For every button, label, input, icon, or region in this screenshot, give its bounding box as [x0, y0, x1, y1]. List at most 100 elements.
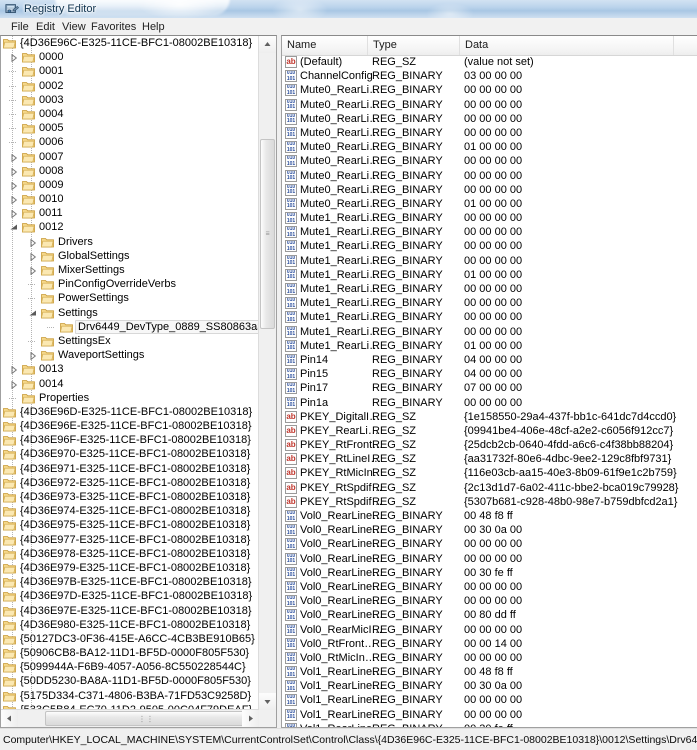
- tree-node-label[interactable]: Drivers: [56, 235, 95, 249]
- value-row[interactable]: Mute0_RearLine...REG_BINARY01 00 00 00: [282, 140, 697, 154]
- tree-node[interactable]: {4D36E973-E325-11CE-BFC1-08002BE10318}: [1, 490, 260, 504]
- value-row[interactable]: PKEY_RtMicInW...REG_SZ{116e03cb-aa15-40e…: [282, 466, 697, 480]
- tree-node-label[interactable]: Settings: [56, 306, 100, 320]
- value-row[interactable]: Vol0_RearLineO...REG_BINARY00 00 00 00: [282, 594, 697, 608]
- title-bar[interactable]: Registry Editor: [0, 0, 697, 18]
- value-row[interactable]: PKEY_RtFrontMi...REG_SZ{25dcb2cb-0640-4f…: [282, 438, 697, 452]
- value-row[interactable]: Mute1_RearLine...REG_BINARY00 00 00 00: [282, 310, 697, 324]
- value-row[interactable]: Vol0_RearLineO...REG_BINARY00 00 00 00: [282, 537, 697, 551]
- menu-file[interactable]: File: [6, 20, 34, 34]
- value-row[interactable]: Vol0_RearMicIn...REG_BINARY00 00 00 00: [282, 623, 697, 637]
- tree-node[interactable]: 0013: [1, 362, 260, 376]
- value-row[interactable]: Pin17REG_BINARY07 00 00 00: [282, 381, 697, 395]
- tree-node-label[interactable]: {4D36E973-E325-11CE-BFC1-08002BE10318}: [18, 490, 252, 504]
- tree-node[interactable]: SettingsEx: [1, 334, 260, 348]
- tree-node[interactable]: 0001: [1, 64, 260, 78]
- tree-node[interactable]: GlobalSettings: [1, 249, 260, 263]
- tree-node-label[interactable]: {4D36E977-E325-11CE-BFC1-08002BE10318}: [18, 533, 252, 547]
- value-row[interactable]: Mute1_RearLine...REG_BINARY00 00 00 00: [282, 239, 697, 253]
- column-header-name[interactable]: Name: [282, 36, 368, 55]
- value-row[interactable]: Mute0_RearLine...REG_BINARY00 00 00 00: [282, 126, 697, 140]
- tree-expander-icon[interactable]: [8, 50, 19, 64]
- tree-node-label[interactable]: 0002: [37, 79, 65, 93]
- menu-edit[interactable]: Edit: [31, 20, 60, 34]
- tree-node-label[interactable]: PowerSettings: [56, 291, 131, 305]
- value-row[interactable]: Vol0_RearLineO...REG_BINARY00 30 0a 00: [282, 523, 697, 537]
- tree-node[interactable]: {4D36E974-E325-11CE-BFC1-08002BE10318}: [1, 504, 260, 518]
- tree-node[interactable]: {4D36E96C-E325-11CE-BFC1-08002BE10318}: [1, 36, 260, 50]
- tree-expander-icon[interactable]: [8, 164, 19, 178]
- column-header-type[interactable]: Type: [368, 36, 460, 55]
- menu-favorites[interactable]: Favorites: [86, 20, 141, 34]
- tree-scroll-right-button[interactable]: [242, 710, 259, 727]
- tree-node[interactable]: Settings: [1, 306, 260, 320]
- tree-node-label[interactable]: 0008: [37, 164, 65, 178]
- value-row[interactable]: Vol1_RearLineO...REG_BINARY00 48 f8 ff: [282, 665, 697, 679]
- tree-node[interactable]: MixerSettings: [1, 263, 260, 277]
- tree-node-label[interactable]: {4D36E97B-E325-11CE-BFC1-08002BE10318}: [18, 575, 254, 589]
- value-row[interactable]: Mute1_RearLine...REG_BINARY00 00 00 00: [282, 225, 697, 239]
- value-row[interactable]: Vol0_RearLineO...REG_BINARY00 00 00 00: [282, 552, 697, 566]
- tree-scroll-left-button[interactable]: [1, 710, 18, 727]
- tree-vertical-scrollbar[interactable]: ≡: [258, 36, 276, 710]
- tree-node-label[interactable]: GlobalSettings: [56, 249, 132, 263]
- tree-node[interactable]: PowerSettings: [1, 291, 260, 305]
- tree-scroll-down-button[interactable]: [259, 693, 276, 710]
- tree-expander-icon[interactable]: [8, 192, 19, 206]
- tree-node-label[interactable]: 0004: [37, 107, 65, 121]
- value-row[interactable]: Mute1_RearLine...REG_BINARY00 00 00 00: [282, 296, 697, 310]
- tree-node-label[interactable]: {5175D334-C371-4806-B3BA-71FD53C9258D}: [18, 689, 253, 703]
- value-row[interactable]: PKEY_RtSpdifWa...REG_SZ{5307b681-c928-48…: [282, 495, 697, 509]
- value-row[interactable]: Mute0_RearLine...REG_BINARY00 00 00 00: [282, 112, 697, 126]
- registry-tree-viewport[interactable]: {4D36E96C-E325-11CE-BFC1-08002BE10318} 00…: [1, 36, 260, 711]
- tree-node[interactable]: 0004: [1, 107, 260, 121]
- tree-node-label[interactable]: 0009: [37, 178, 65, 192]
- tree-node-label[interactable]: {4D36E97E-E325-11CE-BFC1-08002BE10318}: [18, 604, 254, 618]
- tree-expander-icon[interactable]: [27, 235, 38, 249]
- tree-node[interactable]: 0003: [1, 93, 260, 107]
- value-row[interactable]: Mute0_RearLine...REG_BINARY00 00 00 00: [282, 154, 697, 168]
- tree-node-label[interactable]: {50DD5230-BA8A-11D1-BF5D-0000F805F530}: [18, 674, 253, 688]
- tree-node[interactable]: {5099944A-F6B9-4057-A056-8C550228544C}: [1, 660, 260, 674]
- tree-node[interactable]: 0011: [1, 206, 260, 220]
- tree-node-label[interactable]: {50906CB8-BA12-11D1-BF5D-0000F805F530}: [18, 646, 251, 660]
- tree-node[interactable]: Drivers: [1, 235, 260, 249]
- value-row[interactable]: Vol0_RearLineO...REG_BINARY00 80 dd ff: [282, 608, 697, 622]
- value-row[interactable]: Vol1_RearLineO...REG_BINARY00 30 fe ff: [282, 722, 697, 727]
- tree-node-label[interactable]: 0006: [37, 135, 65, 149]
- tree-node-label[interactable]: {4D36E979-E325-11CE-BFC1-08002BE10318}: [18, 561, 252, 575]
- tree-expander-icon[interactable]: [8, 150, 19, 164]
- tree-node-label[interactable]: 0005: [37, 121, 65, 135]
- value-row[interactable]: Mute0_RearLine...REG_BINARY01 00 00 00: [282, 197, 697, 211]
- value-row[interactable]: Vol1_RearLineO...REG_BINARY00 00 00 00: [282, 693, 697, 707]
- tree-node-label[interactable]: 0003: [37, 93, 65, 107]
- tree-node-label[interactable]: {4D36E975-E325-11CE-BFC1-08002BE10318}: [18, 518, 252, 532]
- tree-node-label[interactable]: WaveportSettings: [56, 348, 146, 362]
- tree-scroll-up-button[interactable]: [259, 36, 276, 53]
- tree-node[interactable]: 0010: [1, 192, 260, 206]
- registry-tree-pane[interactable]: {4D36E96C-E325-11CE-BFC1-08002BE10318} 00…: [0, 35, 277, 728]
- tree-expander-icon[interactable]: [27, 348, 38, 362]
- tree-node-label[interactable]: {4D36E96C-E325-11CE-BFC1-08002BE10318}: [18, 36, 254, 50]
- value-row[interactable]: Vol0_RtMicInWa...REG_BINARY00 00 00 00: [282, 651, 697, 665]
- tree-node-label[interactable]: 0007: [37, 150, 65, 164]
- tree-expander-icon[interactable]: [8, 178, 19, 192]
- tree-node[interactable]: {4D36E97D-E325-11CE-BFC1-08002BE10318}: [1, 589, 260, 603]
- tree-node-label[interactable]: 0010: [37, 192, 65, 206]
- value-row[interactable]: Pin14REG_BINARY04 00 00 00: [282, 353, 697, 367]
- value-row[interactable]: Mute1_RearLine...REG_BINARY00 00 00 00: [282, 325, 697, 339]
- value-row[interactable]: Vol0_RtFrontMic...REG_BINARY00 00 14 00: [282, 637, 697, 651]
- tree-node[interactable]: {50DD5230-BA8A-11D1-BF5D-0000F805F530}: [1, 674, 260, 688]
- tree-node-label[interactable]: {4D36E96F-E325-11CE-BFC1-08002BE10318}: [18, 433, 253, 447]
- value-row[interactable]: ChannelConfigREG_BINARY03 00 00 00: [282, 69, 697, 83]
- tree-vertical-scrollbar-thumb[interactable]: ≡: [260, 139, 275, 329]
- tree-node[interactable]: {4D36E97B-E325-11CE-BFC1-08002BE10318}: [1, 575, 260, 589]
- tree-node-label[interactable]: {4D36E96D-E325-11CE-BFC1-08002BE10318}: [18, 405, 254, 419]
- value-row[interactable]: Vol1_RearLineO...REG_BINARY00 30 0a 00: [282, 679, 697, 693]
- tree-node[interactable]: {4D36E979-E325-11CE-BFC1-08002BE10318}: [1, 561, 260, 575]
- tree-node[interactable]: Properties: [1, 391, 260, 405]
- tree-node-label[interactable]: {4D36E974-E325-11CE-BFC1-08002BE10318}: [18, 504, 252, 518]
- tree-node[interactable]: {5175D334-C371-4806-B3BA-71FD53C9258D}: [1, 689, 260, 703]
- tree-expander-icon[interactable]: [8, 206, 19, 220]
- tree-node[interactable]: {4D36E977-E325-11CE-BFC1-08002BE10318}: [1, 533, 260, 547]
